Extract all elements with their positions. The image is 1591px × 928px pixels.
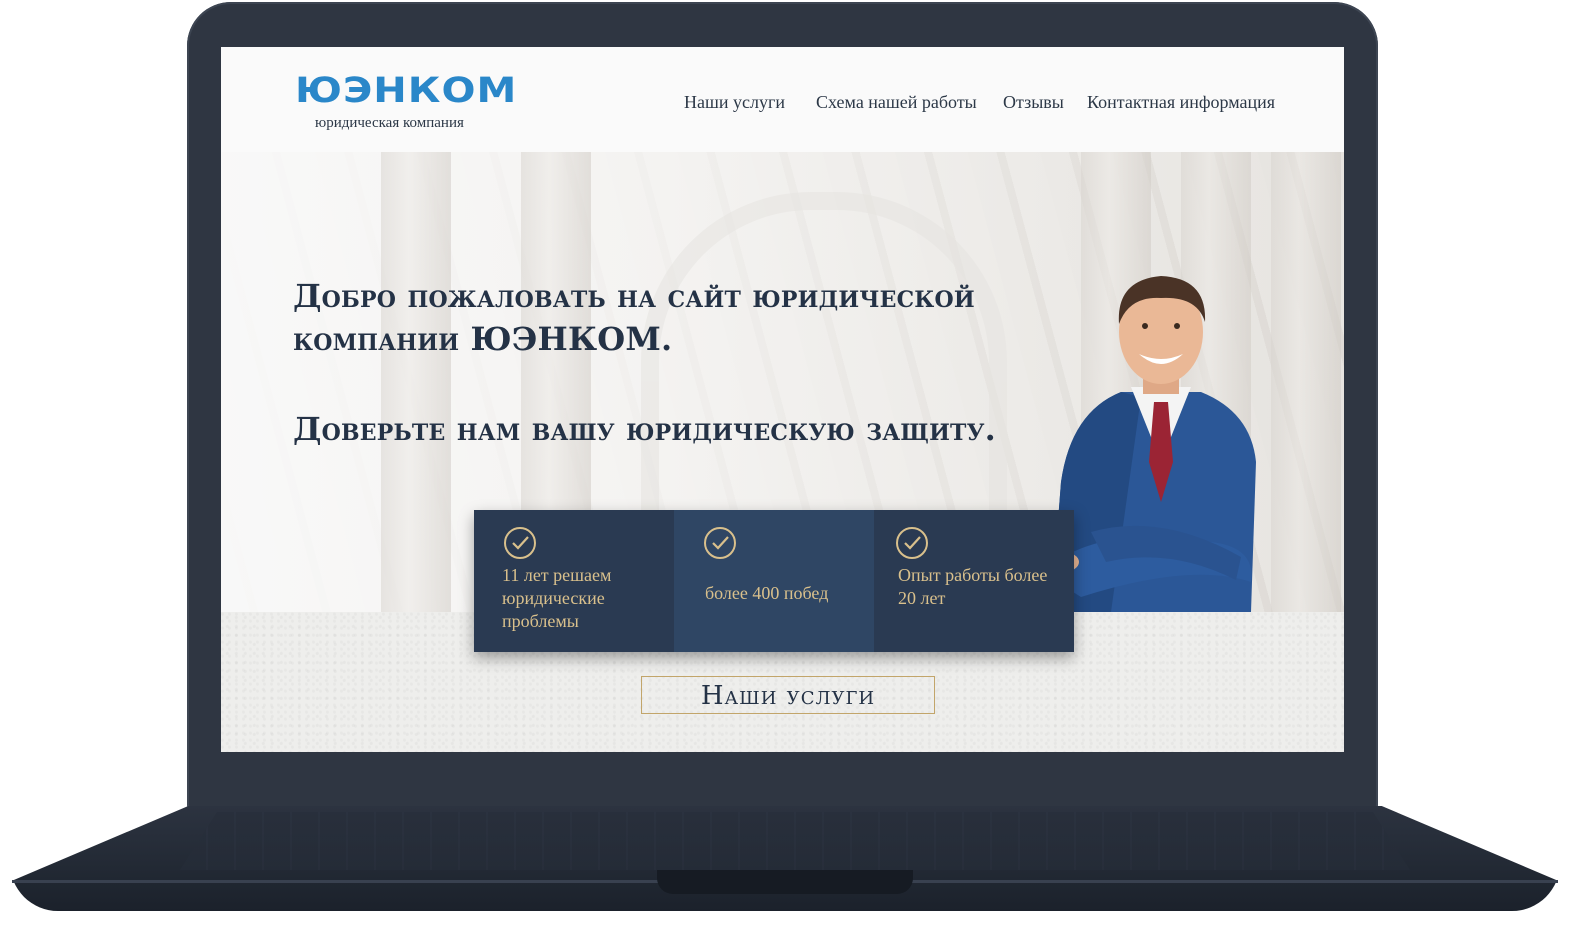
logo-wordmark: ЮЭНКОМ [295,71,518,111]
stat-card: 11 лет решаем юридические проблемы [474,510,674,652]
column-decoration [381,152,451,612]
check-circle-icon [704,527,736,559]
stat-card: более 400 побед [674,510,874,652]
check-circle-icon [504,527,536,559]
laptop-notch [657,870,913,894]
check-circle-icon [896,527,928,559]
nav-item-workflow[interactable]: Схема нашей работы [816,92,977,113]
nav-item-contacts[interactable]: Контактная информация [1087,92,1275,113]
services-button[interactable]: Наши услуги [641,676,935,714]
stat-text: Опыт работы более 20 лет [898,565,1048,608]
site-header: ЮЭНКОМ юридическая компания Наши услуги … [221,47,1344,152]
stat-text: 11 лет решаем юридические проблемы [502,565,612,631]
website-screen: ЮЭНКОМ юридическая компания Наши услуги … [221,47,1344,752]
nav-item-services[interactable]: Наши услуги [684,92,785,113]
welcome-heading: Добро пожаловать на сайт юридической ком… [293,277,975,358]
trust-heading: Доверьте нам вашу юридическую защиту. [293,410,997,448]
logo[interactable]: ЮЭНКОМ юридическая компания [295,71,516,133]
logo-tagline: юридическая компания [315,115,464,131]
nav-item-reviews[interactable]: Отзывы [1003,92,1064,113]
stats-panel: 11 лет решаем юридические проблемы более… [474,510,1074,652]
stat-card: Опыт работы более 20 лет [874,510,1074,652]
stat-text: более 400 побед [705,583,829,603]
laptop-keyboard [180,812,1410,870]
